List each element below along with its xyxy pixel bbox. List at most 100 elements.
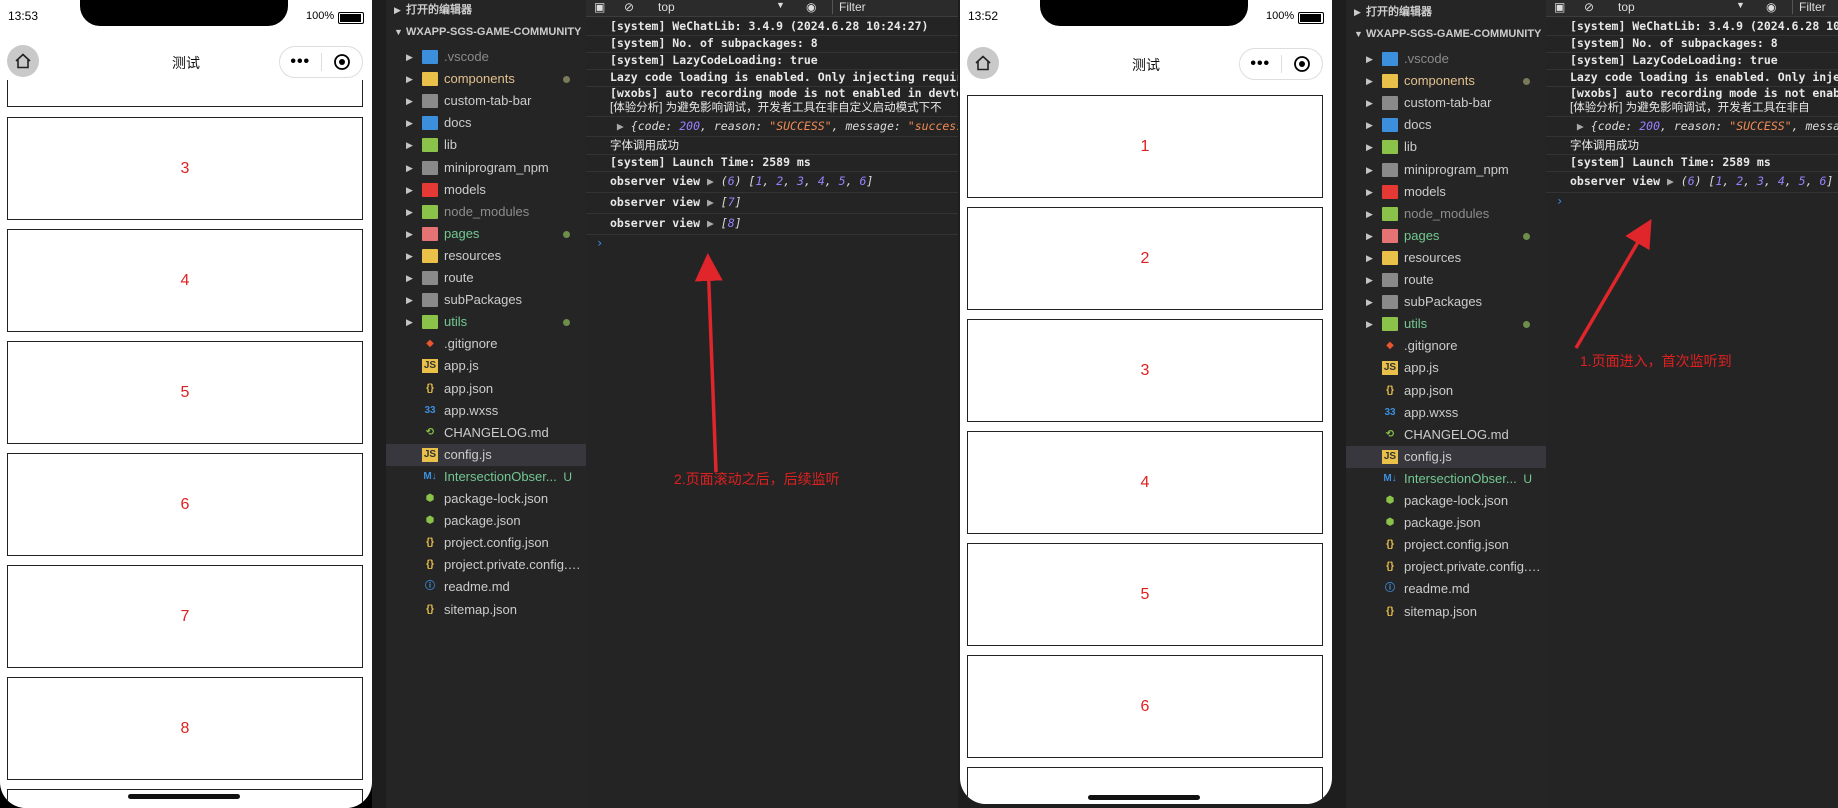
- folder-item[interactable]: ▶ .vscode: [1346, 48, 1546, 70]
- file-item[interactable]: {} sitemap.json: [386, 599, 586, 621]
- close-capsule-button[interactable]: [322, 53, 363, 71]
- right-phone-screen: 13:52 100% 测试 ••• 1 2 3 4 5 6: [960, 0, 1332, 804]
- close-capsule-button[interactable]: [1282, 55, 1323, 73]
- context-select[interactable]: top: [1618, 0, 1635, 14]
- folder-item[interactable]: ▶ utils: [1346, 313, 1546, 335]
- log-text: [system] No. of subpackages: 8: [610, 36, 818, 50]
- console-prompt[interactable]: ›: [596, 236, 603, 250]
- file-item[interactable]: {} project.private.config.js...: [1346, 556, 1546, 578]
- expand-icon[interactable]: ▶: [700, 195, 721, 209]
- file-item[interactable]: JS app.js: [386, 355, 586, 377]
- folder-item[interactable]: ▶ miniprogram_npm: [386, 157, 586, 179]
- folder-item[interactable]: ▶ subPackages: [1346, 291, 1546, 313]
- console-entry: [system] WeChatLib: 3.4.9 (2024.6.28 10:…: [586, 18, 958, 36]
- folder-item[interactable]: ▶ route: [386, 267, 586, 289]
- clear-console-icon[interactable]: ⊘: [624, 0, 634, 14]
- file-item[interactable]: {} project.config.json: [1346, 534, 1546, 556]
- context-select[interactable]: top: [658, 0, 675, 14]
- observed-box: 3: [7, 117, 363, 220]
- folder-item[interactable]: ▶ miniprogram_npm: [1346, 159, 1546, 181]
- tree-item-label: .vscode: [1404, 51, 1449, 66]
- file-item[interactable]: ⬢ package.json: [1346, 512, 1546, 534]
- expand-icon[interactable]: ▶: [610, 119, 631, 133]
- open-editors-header[interactable]: ▶ 打开的编辑器: [1346, 2, 1546, 22]
- observed-box: 8: [7, 677, 363, 780]
- file-type-icon: 33: [424, 404, 436, 416]
- clear-console-icon[interactable]: ⊘: [1584, 0, 1594, 14]
- folder-item[interactable]: ▶ docs: [1346, 114, 1546, 136]
- file-item[interactable]: ⬢ package.json: [386, 510, 586, 532]
- project-root-header[interactable]: ▼ WXAPP-SGS-GAME-COMMUNITY: [386, 22, 586, 42]
- log-text: [system] Launch Time: 2589 ms: [1570, 155, 1771, 169]
- file-item[interactable]: {} sitemap.json: [1346, 601, 1546, 623]
- tree-item-label: models: [1404, 183, 1446, 199]
- tree-item-label: components: [444, 71, 515, 87]
- eye-icon[interactable]: ◉: [806, 0, 816, 14]
- folder-item[interactable]: ▶ components: [386, 68, 586, 90]
- more-icon[interactable]: •••: [1240, 55, 1281, 73]
- file-item[interactable]: {} project.config.json: [386, 532, 586, 554]
- project-root-header[interactable]: ▼ WXAPP-SGS-GAME-COMMUNITY: [1346, 24, 1546, 44]
- file-item[interactable]: ◆ .gitignore: [386, 333, 586, 355]
- file-item[interactable]: {} app.json: [386, 378, 586, 400]
- more-icon[interactable]: •••: [280, 53, 321, 71]
- notch: [80, 0, 288, 26]
- folder-item[interactable]: ▶ custom-tab-bar: [1346, 92, 1546, 114]
- folder-item[interactable]: ▶ resources: [386, 245, 586, 267]
- filter-input[interactable]: Filter: [832, 0, 958, 14]
- file-item[interactable]: 33 app.wxss: [1346, 402, 1546, 424]
- folder-item[interactable]: ▶ node_modules: [386, 201, 586, 223]
- status-time: 13:53: [8, 9, 39, 23]
- folder-item[interactable]: ▶ docs: [386, 112, 586, 134]
- open-editors-header[interactable]: ▶ 打开的编辑器: [386, 0, 586, 20]
- folder-icon: [1382, 317, 1398, 332]
- file-item[interactable]: ⟲ CHANGELOG.md: [1346, 424, 1546, 446]
- file-item[interactable]: ⓘ readme.md: [386, 576, 586, 598]
- folder-item[interactable]: ▶ utils: [386, 311, 586, 333]
- file-type-icon: ⟲: [1385, 428, 1395, 440]
- folder-icon: [1382, 250, 1398, 265]
- console-prompt[interactable]: ›: [1556, 194, 1563, 208]
- expand-icon[interactable]: ▶: [700, 216, 721, 230]
- folder-item[interactable]: ▶ subPackages: [386, 289, 586, 311]
- file-item[interactable]: ⬢ package-lock.json: [1346, 490, 1546, 512]
- file-item[interactable]: JS config.js: [386, 443, 586, 466]
- folder-item[interactable]: ▶ resources: [1346, 247, 1546, 269]
- folder-item[interactable]: ▶ custom-tab-bar: [386, 90, 586, 112]
- file-item[interactable]: M↓ IntersectionObser... U: [1346, 468, 1546, 490]
- folder-item[interactable]: ▶ models: [1346, 181, 1546, 203]
- log-text: [system] LazyCodeLoading: true: [610, 53, 818, 67]
- folder-item[interactable]: ▶ lib: [1346, 136, 1546, 158]
- folder-item[interactable]: ▶ route: [1346, 269, 1546, 291]
- file-item[interactable]: {} app.json: [1346, 380, 1546, 402]
- expand-icon[interactable]: ▶: [700, 174, 721, 188]
- sidebar-toggle-icon[interactable]: ▣: [594, 0, 605, 14]
- expand-icon[interactable]: ▶: [1660, 174, 1681, 188]
- folder-item[interactable]: ▶ .vscode: [386, 46, 586, 68]
- file-item[interactable]: {} project.private.config.js...: [386, 554, 586, 576]
- object-preview: [8]: [720, 216, 742, 230]
- file-item[interactable]: ⟲ CHANGELOG.md: [386, 422, 586, 444]
- file-item[interactable]: 33 app.wxss: [386, 400, 586, 422]
- folder-item[interactable]: ▶ components: [1346, 70, 1546, 92]
- file-item[interactable]: M↓ IntersectionObser... U: [386, 466, 586, 488]
- expand-icon[interactable]: ▶: [1570, 119, 1591, 133]
- file-item[interactable]: JS config.js: [1346, 445, 1546, 468]
- eye-icon[interactable]: ◉: [1766, 0, 1776, 14]
- folder-item[interactable]: ▶ node_modules: [1346, 203, 1546, 225]
- file-item[interactable]: ⓘ readme.md: [1346, 578, 1546, 600]
- console-entry: ▶ {code: 200, reason: "SUCCESS", message: [1546, 116, 1838, 137]
- filter-input[interactable]: Filter: [1792, 0, 1838, 14]
- file-item[interactable]: ◆ .gitignore: [1346, 335, 1546, 357]
- notch: [1040, 0, 1248, 26]
- file-item[interactable]: JS app.js: [1346, 357, 1546, 379]
- folder-item[interactable]: ▶ models: [386, 179, 586, 201]
- folder-item[interactable]: ▶ pages: [386, 223, 586, 245]
- console-entry: [system] No. of subpackages: 8: [586, 35, 958, 53]
- chevron-right-icon: ▶: [1366, 230, 1373, 241]
- folder-item[interactable]: ▶ lib: [386, 134, 586, 156]
- folder-item[interactable]: ▶ pages: [1346, 225, 1546, 247]
- tree-item-label: project.private.config.js...: [1404, 559, 1542, 575]
- file-item[interactable]: ⬢ package-lock.json: [386, 488, 586, 510]
- sidebar-toggle-icon[interactable]: ▣: [1554, 0, 1565, 14]
